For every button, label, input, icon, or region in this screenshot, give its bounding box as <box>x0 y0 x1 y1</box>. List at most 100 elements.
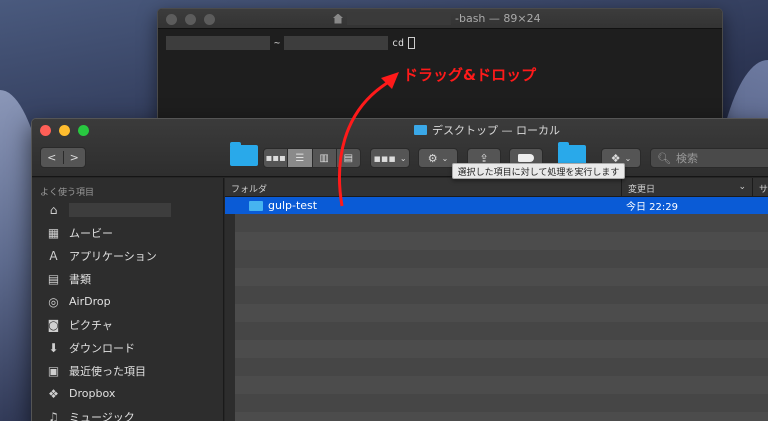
sidebar-item-downloads[interactable]: ⬇ ダウンロード <box>32 336 223 359</box>
music-icon: ♫ <box>48 409 59 421</box>
gear-icon: ⚙ <box>427 151 438 165</box>
list-view-button[interactable]: ☰ <box>288 149 313 167</box>
window-title: デスクトップ — ローカル <box>414 122 560 138</box>
sidebar-item-pictures[interactable]: ◙ ピクチャ <box>32 313 223 336</box>
folder-icon <box>414 125 427 135</box>
column-headers: フォルダ 変更日 ⌄ サ <box>225 178 768 197</box>
gallery-view-button[interactable]: ▤ <box>337 149 360 167</box>
empty-row <box>225 376 768 394</box>
sidebar-item-label: ピクチャ <box>69 318 113 332</box>
chevron-down-icon: ⌄ <box>738 182 746 192</box>
empty-row <box>225 322 768 340</box>
empty-row <box>225 340 768 358</box>
group-button[interactable]: ▪▪▪ ⌄ <box>370 148 410 168</box>
sidebar-item-label: ダウンロード <box>69 341 135 355</box>
prompt-separator: ~ <box>274 37 281 49</box>
view-mode-group: ▪▪▪ ☰ ▥ ▤ <box>263 148 361 168</box>
sidebar-item-home[interactable]: ⌂ <box>32 198 223 221</box>
dropbox-icon: ❖ <box>48 386 59 401</box>
empty-row <box>225 268 768 286</box>
row-date: 今日 22:29 <box>626 202 678 213</box>
camera-icon: ◙ <box>47 317 60 332</box>
redacted-hostname <box>166 36 270 50</box>
airdrop-icon: ◎ <box>48 294 59 309</box>
home-icon <box>333 13 343 24</box>
search-placeholder: 検索 <box>675 152 698 165</box>
window-controls <box>166 14 215 25</box>
zoom-button[interactable] <box>78 125 89 136</box>
close-button[interactable] <box>40 125 51 136</box>
sidebar-item-label: ムービー <box>69 226 113 240</box>
grid-icon: ▪▪▪ <box>373 151 396 165</box>
column-header-date[interactable]: 変更日 ⌄ <box>622 178 753 196</box>
apps-icon: A <box>49 248 58 263</box>
sidebar-item-label: Dropbox <box>69 387 116 400</box>
sidebar-item-label: アプリケーション <box>69 249 157 263</box>
empty-row <box>225 286 768 304</box>
column-header-date-label: 変更日 <box>628 185 656 195</box>
sidebar-item-movies[interactable]: ▦ ムービー <box>32 221 223 244</box>
file-list[interactable]: フォルダ 変更日 ⌄ サ gulp-test 今日 22:29 <box>225 178 768 421</box>
terminal-title-text: -bash — 89×24 <box>455 12 541 25</box>
column-view-button[interactable]: ▥ <box>313 149 337 167</box>
sidebar-heading: よく使う項目 <box>40 188 95 198</box>
folder-icon[interactable] <box>230 142 258 166</box>
empty-row <box>225 394 768 412</box>
sidebar-item-music[interactable]: ♫ ミュージック <box>32 405 223 421</box>
close-button[interactable] <box>166 14 177 25</box>
search-icon: 🔍︎ <box>657 151 671 165</box>
empty-row <box>225 304 768 322</box>
sidebar-item-applications[interactable]: A アプリケーション <box>32 244 223 267</box>
empty-row <box>225 214 768 232</box>
navigation-buttons: < > <box>40 147 86 168</box>
icon-view-button[interactable]: ▪▪▪ <box>264 149 289 167</box>
sidebar-item-label: AirDrop <box>69 295 111 308</box>
redacted-user <box>284 36 389 50</box>
drag-drop-annotation: ドラッグ&ドロップ <box>403 66 537 84</box>
recents-icon: ▣ <box>47 363 60 378</box>
download-icon: ⬇ <box>48 340 59 355</box>
sidebar: よく使う項目 ⌂ ▦ ムービー A アプリケーション ▤ 書類 ◎ AirDro… <box>32 178 224 421</box>
folder-icon <box>249 200 263 211</box>
table-row[interactable]: gulp-test 今日 22:29 <box>225 197 768 214</box>
terminal-titlebar[interactable]: -bash — 89×24 <box>158 9 722 29</box>
row-name-cell: gulp-test <box>225 199 622 212</box>
tag-icon <box>518 154 534 162</box>
film-icon: ▦ <box>47 225 60 240</box>
empty-row <box>225 250 768 268</box>
search-field[interactable]: 🔍︎ 検索 <box>650 148 768 168</box>
chevron-down-icon: ⌄ <box>441 153 449 163</box>
empty-row <box>225 232 768 250</box>
minimize-button[interactable] <box>185 14 196 25</box>
column-header-name[interactable]: フォルダ <box>225 178 622 196</box>
finder-toolbar: デスクトップ — ローカル < > ▪▪▪ ☰ ▥ ▤ ▪▪▪ ⌄ ⚙ ⌄ ⇪ <box>32 119 768 177</box>
document-icon: ▤ <box>47 271 60 286</box>
row-name: gulp-test <box>268 199 318 212</box>
sidebar-item-label: ミュージック <box>69 410 135 421</box>
sidebar-item-dropbox[interactable]: ❖ Dropbox <box>32 382 223 405</box>
forward-button[interactable]: > <box>64 151 86 164</box>
back-button[interactable]: < <box>41 151 64 164</box>
redacted-home-label <box>69 202 171 217</box>
terminal-content[interactable]: ~ cd <box>158 29 722 57</box>
sidebar-item-recents[interactable]: ▣ 最近使った項目 <box>32 359 223 382</box>
empty-row <box>225 412 768 421</box>
minimize-button[interactable] <box>59 125 70 136</box>
terminal-command: cd <box>392 37 405 49</box>
terminal-title: -bash — 89×24 <box>333 12 541 25</box>
home-icon: ⌂ <box>49 202 58 217</box>
sidebar-item-airdrop[interactable]: ◎ AirDrop <box>32 290 223 313</box>
chevron-down-icon: ⌄ <box>399 153 407 163</box>
sidebar-item-documents[interactable]: ▤ 書類 <box>32 267 223 290</box>
sidebar-item-label: 書類 <box>69 272 91 286</box>
action-tooltip: 選択した項目に対して処理を実行します <box>452 163 625 179</box>
window-controls <box>40 125 89 136</box>
redacted-username <box>347 12 451 25</box>
text-cursor <box>408 37 416 49</box>
zoom-button[interactable] <box>204 14 215 25</box>
column-header-more[interactable]: サ <box>753 178 768 196</box>
finder-window[interactable]: デスクトップ — ローカル < > ▪▪▪ ☰ ▥ ▤ ▪▪▪ ⌄ ⚙ ⌄ ⇪ <box>31 118 768 421</box>
empty-row <box>225 358 768 376</box>
chevron-down-icon: ⌄ <box>624 153 632 163</box>
window-title-text: デスクトップ — ローカル <box>432 124 560 137</box>
